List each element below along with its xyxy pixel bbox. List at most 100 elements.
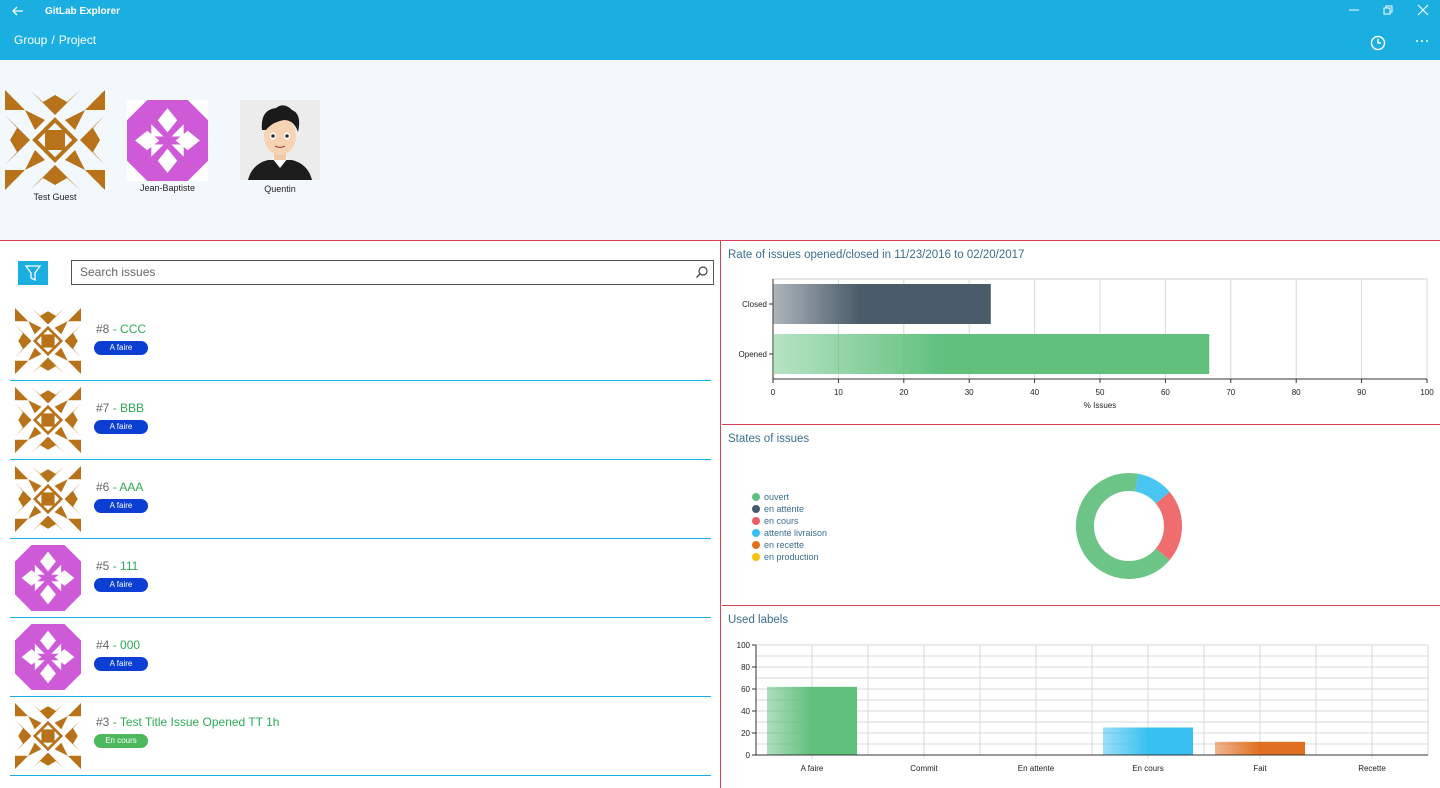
- issue-row[interactable]: #8 - CCC A faire: [10, 302, 711, 381]
- search-input[interactable]: [72, 261, 672, 282]
- issue-title[interactable]: #7 - BBB: [96, 401, 144, 415]
- identicon-brown-icon: [15, 703, 81, 769]
- issue-label-badge[interactable]: A faire: [94, 341, 148, 355]
- states-donut-chart: [1076, 473, 1182, 579]
- search-box: [71, 260, 714, 285]
- y-tick-label: 100: [737, 641, 751, 650]
- cartoon-portrait-icon: [240, 100, 320, 180]
- donut-slice-attente-livraison: [1134, 473, 1170, 504]
- y-tick-label: 0: [746, 751, 751, 760]
- x-tick-label: En cours: [1132, 764, 1164, 773]
- breadcrumb-group[interactable]: Group: [14, 33, 47, 47]
- issues-panel: #8 - CCC A faire #7 - BBB A faire #6 - AAA…: [0, 241, 721, 788]
- issue-title[interactable]: #6 - AAA: [96, 480, 143, 494]
- issue-author-avatar: [15, 466, 81, 537]
- x-tick-label: 0: [771, 388, 776, 397]
- member-quentin[interactable]: Quentin: [240, 100, 320, 194]
- more-icon[interactable]: [1412, 30, 1432, 50]
- member-name: Test Guest: [33, 192, 77, 202]
- issue-author-avatar: [15, 308, 81, 379]
- restore-icon[interactable]: [1373, 2, 1403, 22]
- issue-title-text: BBB: [120, 401, 145, 415]
- x-tick-label: 90: [1357, 388, 1366, 397]
- bar-fait: [1215, 741, 1305, 755]
- issue-number: #4: [96, 638, 110, 652]
- clock-icon[interactable]: [1369, 34, 1387, 52]
- member-jean-baptiste[interactable]: Jean-Baptiste: [127, 100, 208, 193]
- identicon-brown-icon: [15, 466, 81, 532]
- donut-slice-en-cours: [1155, 491, 1182, 560]
- breadcrumb-separator: /: [51, 33, 55, 47]
- issue-separator: -: [112, 322, 117, 336]
- breadcrumb-project[interactable]: Project: [59, 33, 96, 47]
- x-tick-label: Fait: [1253, 764, 1267, 773]
- issue-label-badge[interactable]: A faire: [94, 499, 148, 513]
- identicon-brown-icon: [5, 90, 105, 190]
- app-title: GitLab Explorer: [45, 6, 121, 17]
- issue-author-avatar: [15, 624, 81, 695]
- issue-label-badge[interactable]: A faire: [94, 420, 148, 434]
- x-tick-label: 70: [1226, 388, 1235, 397]
- issue-number: #6: [96, 480, 110, 494]
- issue-row[interactable]: #7 - BBB A faire: [10, 381, 711, 460]
- issue-row[interactable]: #3 - Test Title Issue Opened TT 1h En cou…: [10, 697, 711, 776]
- y-tick-label: 40: [741, 707, 750, 716]
- y-tick-label: 60: [741, 685, 750, 694]
- issue-label-badge[interactable]: A faire: [94, 657, 148, 671]
- close-icon[interactable]: [1408, 2, 1438, 22]
- title-bar: GitLab Explorer Group / Project: [0, 0, 1440, 60]
- issue-row[interactable]: #4 - 000 A faire: [10, 618, 711, 697]
- issue-number: #5: [96, 559, 110, 573]
- member-name: Quentin: [264, 184, 296, 194]
- minimize-icon[interactable]: [1339, 2, 1369, 22]
- bar-en-cours: [1103, 727, 1193, 755]
- issue-title-text: Test Title Issue Opened TT 1h: [119, 715, 280, 729]
- x-tick-label: 20: [899, 388, 908, 397]
- members-panel: Test Guest Jean-Baptiste Quentin: [0, 60, 1440, 241]
- bar-a-faire: [767, 686, 857, 755]
- member-name: Jean-Baptiste: [139, 183, 196, 193]
- back-arrow-icon[interactable]: [8, 4, 28, 22]
- x-tick-label: 100: [1420, 388, 1434, 397]
- y-tick-label: Opened: [739, 350, 767, 359]
- issue-title[interactable]: #5 - 111: [96, 559, 138, 573]
- issue-separator: -: [112, 559, 117, 573]
- labels-chart: 0 20 40 60 80 100 A faire Commit En attente En co…: [737, 641, 1429, 773]
- issue-title[interactable]: #4 - 000: [96, 638, 140, 652]
- identicon-brown-icon: [15, 387, 81, 453]
- search-icon[interactable]: [695, 265, 709, 279]
- issue-label-badge[interactable]: A faire: [94, 578, 148, 592]
- issue-title-text: CCC: [120, 322, 147, 336]
- x-tick-label: 10: [834, 388, 843, 397]
- issue-label-badge[interactable]: En cours: [94, 734, 148, 748]
- x-tick-label: 40: [1030, 388, 1039, 397]
- identicon-magenta-icon: [127, 100, 208, 181]
- x-tick-label: Recette: [1358, 764, 1386, 773]
- breadcrumb: Group / Project: [14, 33, 100, 47]
- issue-title-text: 000: [120, 638, 141, 652]
- issue-row[interactable]: #5 - 111 A faire: [10, 539, 711, 618]
- issue-title[interactable]: #3 - Test Title Issue Opened TT 1h: [96, 715, 279, 729]
- x-tick-label: 30: [965, 388, 974, 397]
- identicon-magenta-icon: [15, 624, 81, 690]
- issue-number: #8: [96, 322, 110, 336]
- issue-title[interactable]: #8 - CCC: [96, 322, 146, 336]
- issue-author-avatar: [15, 703, 81, 774]
- states-panel: States of issues ouvert en attente en cour…: [722, 425, 1440, 606]
- y-tick-label: 20: [741, 729, 750, 738]
- x-tick-label: 60: [1161, 388, 1170, 397]
- x-axis-label: % Issues: [1084, 401, 1116, 410]
- x-tick-label: En attente: [1018, 764, 1055, 773]
- rate-chart: 0 10 20 30 40 50 60 70 80 90 100 Closed Opened % Issu…: [739, 278, 1434, 410]
- issue-author-avatar: [15, 387, 81, 458]
- member-test-guest[interactable]: Test Guest: [5, 90, 105, 202]
- issue-row[interactable]: #6 - AAA A faire: [10, 460, 711, 539]
- issue-separator: -: [112, 638, 117, 652]
- issue-number: #3: [96, 715, 110, 729]
- issue-separator: -: [112, 480, 117, 494]
- labels-panel: Used labels 0 20 40 60 80 100 A faire Commit En …: [722, 606, 1440, 788]
- filter-button[interactable]: [18, 261, 48, 285]
- filter-icon: [24, 265, 42, 282]
- issue-author-avatar: [15, 545, 81, 616]
- identicon-brown-icon: [15, 308, 81, 374]
